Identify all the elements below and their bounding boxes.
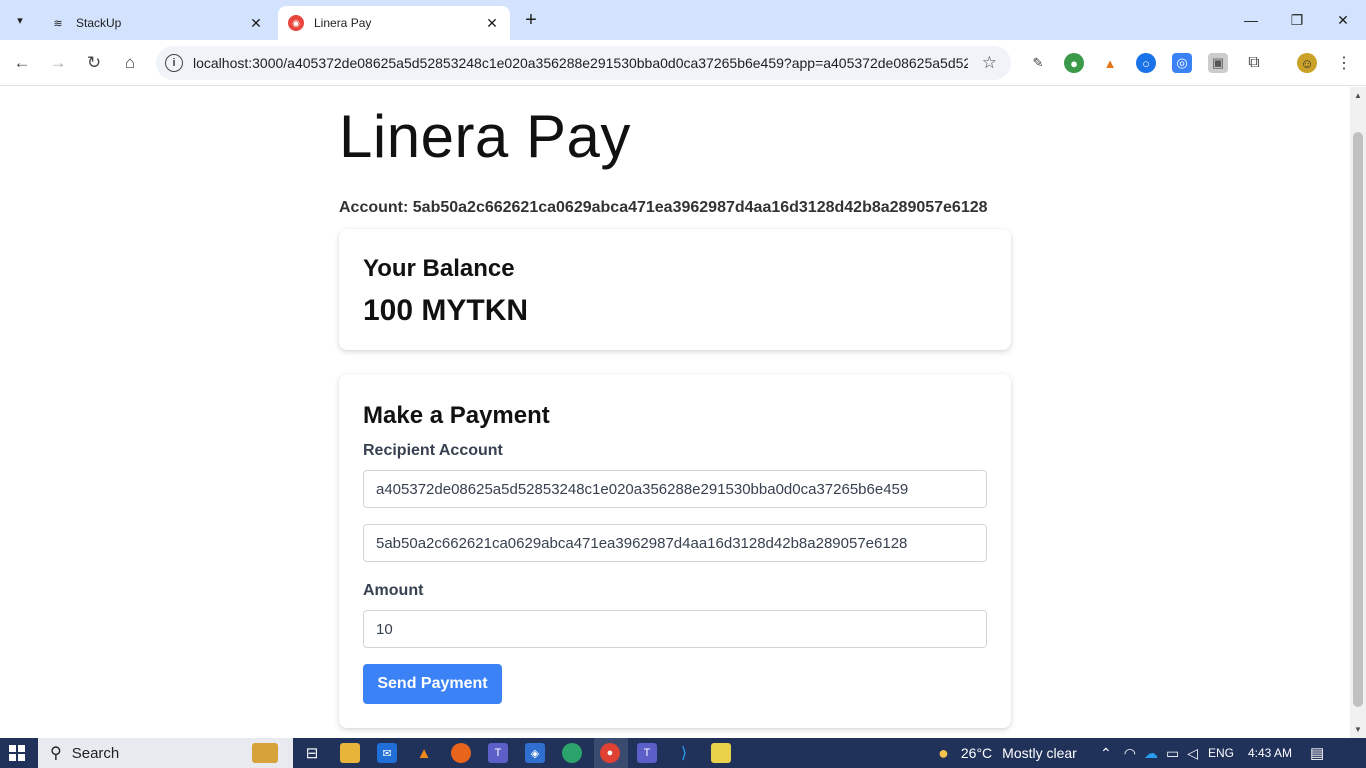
forward-icon[interactable]: → [46, 51, 70, 75]
vscode-icon[interactable]: ⟩ [674, 743, 694, 763]
windows-taskbar: ⚲ Search ⊟ ✉ ▲ T ◈ ● T ⟩ ● 26°C Mostly c… [0, 738, 1366, 768]
tab-close-icon[interactable]: ✕ [248, 15, 264, 32]
recipient-owner-input[interactable]: 5ab50a2c662621ca0629abca471ea3962987d4aa… [363, 524, 987, 562]
grey-extension-icon[interactable]: ▣ [1208, 53, 1228, 73]
payment-heading: Make a Payment [363, 402, 550, 429]
weather-widget[interactable]: ● 26°C Mostly clear [938, 738, 1077, 768]
balance-card: Your Balance 100 MYTKN [339, 229, 1011, 350]
reload-icon[interactable]: ↻ [82, 51, 106, 75]
app-blue-icon[interactable]: ◈ [525, 743, 545, 763]
metamask-icon[interactable]: ▲ [1100, 53, 1120, 73]
recipient-label: Recipient Account [363, 442, 503, 459]
mail-icon[interactable]: ✉ [377, 743, 397, 763]
edge-icon[interactable] [562, 743, 582, 763]
recipient-chain-input[interactable]: a405372de08625a5d52853248c1e020a356288e2… [363, 470, 987, 508]
restore-icon[interactable]: ❐ [1274, 0, 1320, 40]
vlc-icon[interactable]: ▲ [414, 743, 434, 763]
teams-icon[interactable]: T [488, 743, 508, 763]
new-tab-button[interactable]: + [520, 9, 542, 31]
back-icon[interactable]: ← [10, 51, 34, 75]
tab-search-chevron-icon[interactable]: ▾ [8, 8, 32, 32]
taskbar-search-label: Search [71, 744, 120, 762]
briefcase-icon [252, 743, 278, 763]
extensions-puzzle-icon[interactable]: ⧉ [1244, 53, 1264, 73]
battery-icon[interactable]: ▭ [1166, 745, 1179, 762]
tab-title: Linera Pay [314, 16, 372, 30]
browser-tabstrip: ▾ ≋ StackUp ✕ ◉ Linera Pay ✕ + — ❐ ✕ [0, 0, 1366, 40]
bookmark-star-icon[interactable]: ☆ [982, 53, 997, 73]
onedrive-icon[interactable]: ☁ [1144, 745, 1158, 762]
site-info-icon[interactable]: i [165, 54, 183, 72]
amount-input[interactable]: 10 [363, 610, 987, 648]
clock[interactable]: 4:43 AM [1248, 746, 1292, 760]
scroll-up-icon[interactable]: ▲ [1354, 91, 1362, 100]
scroll-down-icon[interactable]: ▼ [1354, 725, 1362, 734]
chrome-icon[interactable]: ● [600, 743, 620, 763]
weather-moon-icon: ● [938, 742, 949, 763]
volume-icon[interactable]: ◁ [1187, 745, 1198, 762]
stackup-logo-icon: ≋ [53, 17, 63, 30]
balance-heading: Your Balance [363, 255, 515, 282]
url-text: localhost:3000/a405372de08625a5d52853248… [193, 55, 968, 71]
blue-extension-icon[interactable]: ◎ [1172, 53, 1192, 73]
tab-stackup[interactable]: ≋ StackUp ✕ [40, 6, 274, 40]
pen-extension-icon[interactable]: ✎ [1028, 53, 1048, 73]
minimize-icon[interactable]: — [1228, 0, 1274, 40]
address-bar[interactable]: i localhost:3000/a405372de08625a5d528532… [156, 46, 1011, 80]
windows-start-icon[interactable] [9, 745, 25, 761]
scrollbar-thumb[interactable] [1353, 132, 1363, 707]
weather-text: Mostly clear [1002, 745, 1077, 761]
notifications-icon[interactable]: ▤ [1310, 744, 1324, 762]
close-window-icon[interactable]: ✕ [1320, 0, 1366, 40]
tab-title: StackUp [76, 16, 122, 30]
page-title: Linera Pay [339, 103, 631, 170]
search-icon: ⚲ [50, 745, 62, 762]
file-explorer-icon[interactable] [340, 743, 360, 763]
wifi-icon[interactable]: ◠ [1124, 745, 1136, 762]
menu-kebab-icon[interactable]: ⋮ [1334, 53, 1354, 73]
home-icon[interactable]: ⌂ [118, 51, 142, 75]
page-scrollbar[interactable]: ▲ ▼ [1350, 87, 1366, 738]
taskbar-search[interactable]: ⚲ Search [38, 738, 293, 768]
account-id: Account: 5ab50a2c662621ca0629abca471ea39… [339, 199, 988, 216]
task-view-icon[interactable]: ⊟ [302, 743, 322, 763]
balance-amount: 100 MYTKN [363, 294, 529, 327]
browser-toolbar: ← → ↻ ⌂ i localhost:3000/a405372de08625a… [0, 40, 1366, 86]
profile-avatar-icon[interactable]: ☺ [1297, 53, 1317, 73]
teams-work-icon[interactable]: T [637, 743, 657, 763]
tab-close-icon[interactable]: ✕ [484, 15, 500, 32]
send-payment-button[interactable]: Send Payment [363, 664, 502, 704]
weather-temp: 26°C [960, 745, 993, 761]
globe-extension-icon[interactable]: ● [1064, 53, 1084, 73]
tab-linera-pay[interactable]: ◉ Linera Pay ✕ [278, 6, 510, 40]
main-container: Linera Pay Account: 5ab50a2c662621ca0629… [339, 87, 1011, 728]
circle-extension-icon[interactable]: ○ [1136, 53, 1156, 73]
payment-card: Make a Payment Recipient Account a405372… [339, 374, 1011, 728]
system-tray: ⌃ ◠ ☁ ▭ ◁ ENG 4:43 AM ▤ [1100, 738, 1324, 768]
linera-logo-icon: ◉ [288, 15, 304, 31]
notepad-icon[interactable] [711, 743, 731, 763]
page-viewport: Linera Pay Account: 5ab50a2c662621ca0629… [0, 87, 1350, 738]
firefox-icon[interactable] [451, 743, 471, 763]
language-indicator[interactable]: ENG [1208, 746, 1234, 760]
amount-label: Amount [363, 582, 424, 599]
tray-chevron-icon[interactable]: ⌃ [1100, 745, 1112, 762]
